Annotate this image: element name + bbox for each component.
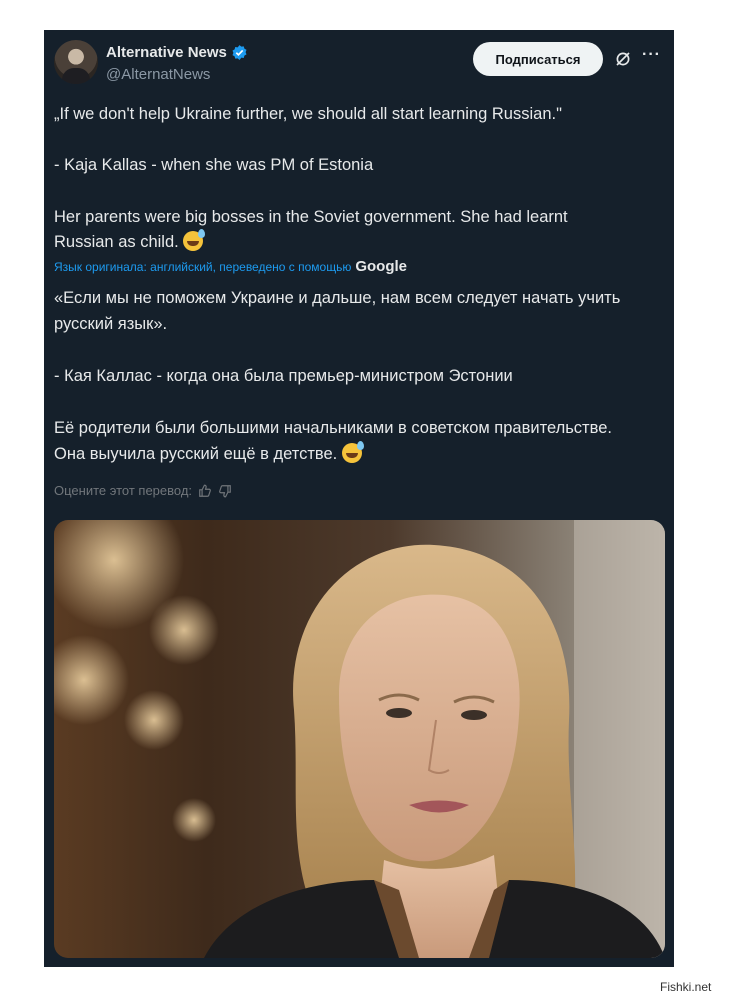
thumb-up-icon[interactable]	[198, 484, 212, 498]
translated-text-line-1: Её родители были большими начальниками в…	[54, 419, 612, 437]
translated-text-line-2-text: Она выучила русский ещё в детстве.	[54, 445, 338, 463]
translated-attribution: - Кая Каллас - когда она была премьер-ми…	[54, 367, 513, 385]
original-text-line-2-text: Russian as child.	[54, 233, 179, 251]
translated-text-line-2: Она выучила русский ещё в детстве.	[54, 441, 664, 467]
translation-note-text[interactable]: Язык оригинала: английский, переведено с…	[54, 260, 351, 274]
translated-quote-line-1: «Если мы не поможем Украине и дальше, на…	[54, 289, 621, 307]
original-attribution: - Kaja Kallas - when she was PM of Eston…	[54, 156, 374, 174]
emoji-sweat-smile-icon	[341, 441, 364, 463]
portrait-photo	[54, 520, 665, 958]
author-name[interactable]: Alternative News	[106, 44, 227, 61]
thumb-down-icon[interactable]	[218, 484, 232, 498]
grok-icon[interactable]	[614, 50, 632, 68]
tweet-card: Alternative News @AlternatNews Подписать…	[44, 30, 674, 967]
emoji-sweat-smile-icon	[183, 229, 206, 251]
translation-note: Язык оригинала: английский, переведено с…	[54, 258, 407, 275]
rate-translation: Оцените этот перевод:	[54, 483, 232, 498]
author-avatar[interactable]	[54, 40, 98, 84]
translated-quote-line-2: русский язык».	[54, 315, 168, 333]
subscribe-button[interactable]: Подписаться	[473, 42, 603, 76]
original-quote: „If we don't help Ukraine further, we sh…	[54, 105, 562, 123]
tweet-photo[interactable]	[54, 520, 665, 958]
google-logo: Google	[355, 258, 408, 275]
author-handle[interactable]: @AlternatNews	[106, 66, 210, 83]
original-text-line-2: Russian as child.	[54, 229, 664, 255]
author-name-row: Alternative News	[106, 44, 248, 61]
rate-translation-label: Оцените этот перевод:	[54, 483, 193, 498]
watermark: Fishki.net	[660, 980, 712, 994]
more-icon[interactable]: ···	[642, 46, 661, 64]
original-text-line-1: Her parents were big bosses in the Sovie…	[54, 208, 568, 226]
verified-badge-icon	[232, 45, 247, 60]
